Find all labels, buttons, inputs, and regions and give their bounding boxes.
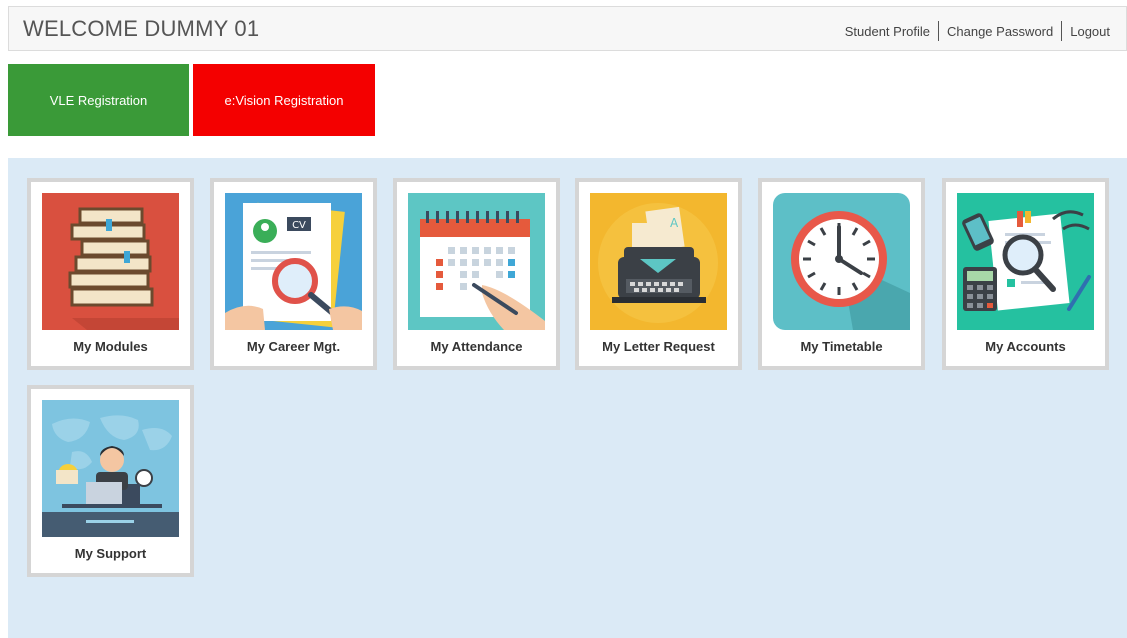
tile-my-career-mgt[interactable]: CV My Career Mgt. — [210, 178, 377, 370]
tile-label: My Letter Request — [602, 339, 715, 354]
tile-label: My Career Mgt. — [246, 339, 341, 354]
calendar-icon — [408, 193, 545, 330]
top-links: Student Profile Change Password Logout — [837, 21, 1118, 41]
clock-icon — [773, 193, 910, 330]
tile-my-accounts[interactable]: My Accounts — [942, 178, 1109, 370]
tile-my-attendance[interactable]: My Attendance — [393, 178, 560, 370]
tile-my-timetable[interactable]: My Timetable — [758, 178, 925, 370]
support-icon — [42, 400, 179, 537]
tile-my-support[interactable]: My Support — [27, 385, 194, 577]
welcome-title: WELCOME DUMMY 01 — [23, 16, 260, 41]
student-profile-link[interactable]: Student Profile — [837, 24, 938, 39]
logout-link[interactable]: Logout — [1062, 24, 1118, 39]
tile-label: My Support — [74, 546, 147, 561]
vle-registration-button[interactable]: VLE Registration — [8, 64, 189, 136]
books-icon — [42, 193, 179, 330]
top-bar: WELCOME DUMMY 01 Student Profile Change … — [8, 6, 1127, 51]
evision-registration-button[interactable]: e:Vision Registration — [193, 64, 375, 136]
typewriter-icon: A — [590, 193, 727, 330]
tile-label: My Modules — [73, 339, 148, 354]
tile-my-modules[interactable]: My Modules — [27, 178, 194, 370]
cv-magnifier-icon: CV — [225, 193, 362, 330]
svg-text:A: A — [670, 216, 679, 230]
svg-text:CV: CV — [292, 220, 306, 231]
accounts-icon — [957, 193, 1094, 330]
tile-label: My Timetable — [800, 339, 883, 354]
change-password-link[interactable]: Change Password — [939, 24, 1061, 39]
tile-my-letter-request[interactable]: A My Letter Request — [575, 178, 742, 370]
dashboard-panel: My Modules CV My Career Mgt. My Attendan… — [8, 158, 1127, 638]
tile-label: My Accounts — [985, 339, 1066, 354]
tile-label: My Attendance — [430, 339, 523, 354]
